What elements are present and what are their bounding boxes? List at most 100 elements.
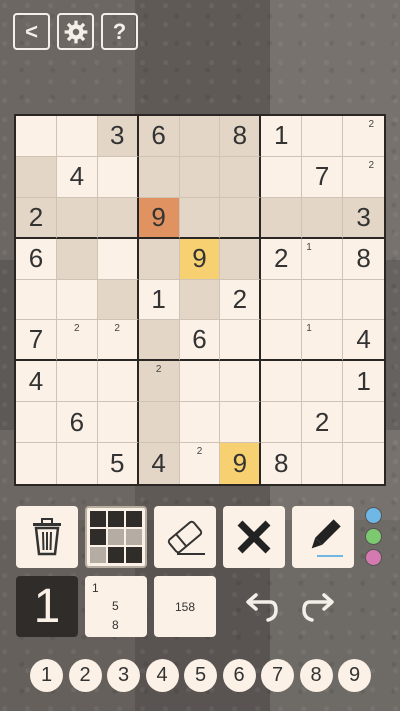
sudoku-cell[interactable] [97, 156, 139, 198]
sudoku-cell[interactable]: 2 [220, 279, 262, 321]
sudoku-cell[interactable] [138, 156, 180, 198]
number-3-button[interactable]: 3 [107, 659, 140, 692]
undo-button[interactable] [242, 589, 280, 625]
number-6-button[interactable]: 6 [222, 659, 256, 692]
sudoku-cell[interactable] [179, 402, 221, 444]
sudoku-cell[interactable] [261, 361, 303, 403]
sudoku-cell[interactable] [179, 361, 221, 403]
pattern-button[interactable] [85, 506, 147, 568]
sudoku-cell[interactable] [179, 156, 221, 198]
sudoku-cell[interactable]: 5 [97, 443, 139, 484]
sudoku-cell[interactable] [179, 197, 221, 239]
number-4-button[interactable]: 4 [145, 659, 179, 692]
sudoku-cell[interactable]: 8 [343, 238, 384, 280]
number-5-button[interactable]: 5 [184, 659, 217, 692]
sudoku-cell[interactable] [220, 238, 262, 280]
sudoku-cell[interactable]: 6 [56, 402, 98, 444]
sudoku-cell[interactable]: 9 [220, 443, 262, 484]
clear-button[interactable] [223, 506, 285, 568]
sudoku-cell[interactable]: 6 [179, 320, 221, 362]
sudoku-cell[interactable] [220, 402, 262, 444]
sudoku-cell[interactable]: 1 [302, 238, 344, 280]
sudoku-cell[interactable] [16, 116, 57, 157]
sudoku-cell[interactable] [302, 197, 344, 239]
sudoku-cell[interactable] [97, 238, 139, 280]
sudoku-cell[interactable]: 4 [56, 156, 98, 198]
sudoku-cell[interactable] [16, 443, 57, 484]
sudoku-cell[interactable] [97, 279, 139, 321]
sudoku-cell[interactable] [220, 320, 262, 362]
normal-mode-button[interactable]: 1 [16, 576, 78, 637]
sudoku-cell[interactable]: 8 [261, 443, 303, 484]
sudoku-cell[interactable] [97, 197, 139, 239]
sudoku-cell[interactable] [220, 197, 262, 239]
sudoku-cell[interactable]: 3 [343, 197, 384, 239]
sudoku-cell[interactable] [220, 156, 262, 198]
sudoku-cell[interactable] [16, 279, 57, 321]
sudoku-cell[interactable]: 1 [302, 320, 344, 362]
sudoku-cell[interactable] [56, 443, 98, 484]
settings-button[interactable] [57, 13, 94, 50]
sudoku-cell[interactable]: 1 [343, 361, 384, 403]
sudoku-cell[interactable]: 9 [138, 197, 180, 239]
sudoku-cell[interactable]: 7 [16, 320, 57, 362]
sudoku-cell[interactable]: 2 [16, 197, 57, 239]
sudoku-cell[interactable]: 4 [343, 320, 384, 362]
sudoku-cell[interactable] [16, 156, 57, 198]
sudoku-cell[interactable] [302, 116, 344, 157]
sudoku-cell[interactable]: 2 [138, 361, 180, 403]
sudoku-cell[interactable] [97, 361, 139, 403]
number-8-button[interactable]: 8 [299, 659, 333, 692]
sudoku-cell[interactable]: 2 [261, 238, 303, 280]
color-green-swatch[interactable] [365, 528, 382, 545]
color-pink-swatch[interactable] [365, 549, 382, 566]
number-1-button[interactable]: 1 [30, 659, 63, 692]
sudoku-cell[interactable]: 9 [179, 238, 221, 280]
sudoku-cell[interactable] [261, 156, 303, 198]
eraser-button[interactable] [154, 506, 216, 568]
trash-button[interactable] [16, 506, 78, 568]
color-blue-swatch[interactable] [365, 507, 382, 524]
back-button[interactable]: < [13, 13, 50, 50]
number-2-button[interactable]: 2 [68, 659, 102, 692]
sudoku-cell[interactable] [302, 279, 344, 321]
sudoku-cell[interactable] [56, 361, 98, 403]
sudoku-cell[interactable]: 1 [138, 279, 180, 321]
sudoku-cell[interactable] [56, 279, 98, 321]
sudoku-cell[interactable] [138, 238, 180, 280]
sudoku-cell[interactable] [302, 361, 344, 403]
sudoku-cell[interactable]: 4 [16, 361, 57, 403]
sudoku-cell[interactable]: 2 [179, 443, 221, 484]
sudoku-cell[interactable] [56, 238, 98, 280]
sudoku-cell[interactable] [343, 279, 384, 321]
sudoku-cell[interactable] [138, 402, 180, 444]
sudoku-cell[interactable] [56, 116, 98, 157]
sudoku-cell[interactable]: 8 [220, 116, 262, 157]
sudoku-cell[interactable]: 1 [261, 116, 303, 157]
sudoku-cell[interactable] [261, 279, 303, 321]
sudoku-cell[interactable]: 6 [16, 238, 57, 280]
sudoku-cell[interactable] [343, 443, 384, 484]
sudoku-cell[interactable]: 2 [56, 320, 98, 362]
help-button[interactable]: ? [101, 13, 138, 50]
sudoku-cell[interactable]: 4 [138, 443, 180, 484]
sudoku-cell[interactable]: 6 [138, 116, 180, 157]
sudoku-cell[interactable] [138, 320, 180, 362]
sudoku-cell[interactable] [97, 402, 139, 444]
sudoku-cell[interactable]: 7 [302, 156, 344, 198]
center-mode-button[interactable]: 158 [154, 576, 216, 637]
sudoku-cell[interactable]: 3 [97, 116, 139, 157]
sudoku-cell[interactable]: 2 [343, 116, 384, 157]
number-9-button[interactable]: 9 [338, 659, 371, 692]
sudoku-cell[interactable] [302, 443, 344, 484]
sudoku-cell[interactable]: 2 [97, 320, 139, 362]
redo-button[interactable] [300, 589, 338, 625]
sudoku-cell[interactable] [261, 320, 303, 362]
sudoku-cell[interactable] [56, 197, 98, 239]
sudoku-cell[interactable] [179, 116, 221, 157]
sudoku-cell[interactable] [343, 402, 384, 444]
sudoku-cell[interactable] [261, 197, 303, 239]
sudoku-cell[interactable]: 2 [302, 402, 344, 444]
pen-button[interactable] [292, 506, 354, 568]
sudoku-cell[interactable]: 2 [343, 156, 384, 198]
